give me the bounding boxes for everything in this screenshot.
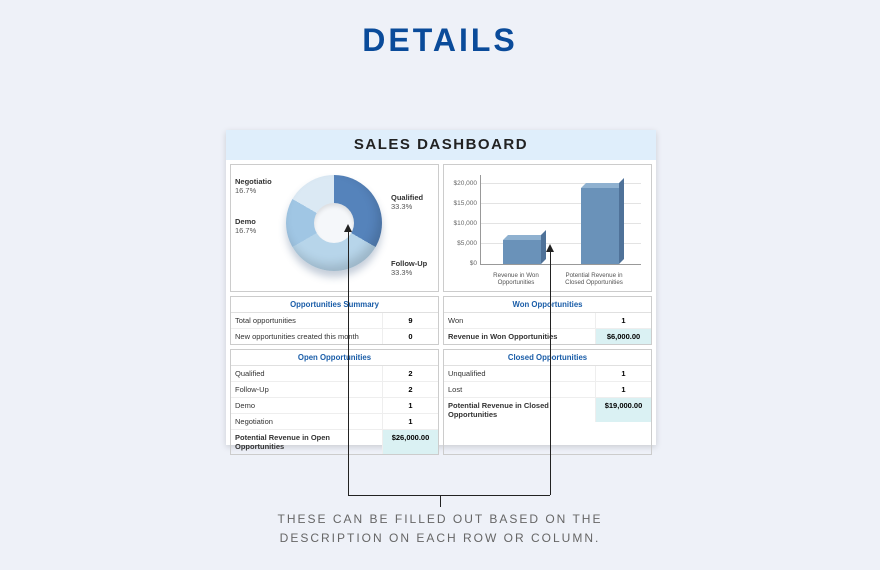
callout-horizontal: [348, 495, 550, 496]
bar-chart-box: $0 $5,000 $10,000 $15,000 $20,000 Revenu…: [443, 164, 652, 292]
donut-label-demo: Demo 16.7%: [235, 217, 256, 235]
cell-value: 1: [595, 382, 651, 397]
table-won: Won Opportunities Won 1 Revenue in Won O…: [443, 296, 652, 345]
table-row: Total opportunities 9: [231, 313, 438, 329]
table-row: Won 1: [444, 313, 651, 329]
donut-label-followup: Follow-Up 33.3%: [391, 259, 427, 277]
callout-vertical-left: [348, 230, 349, 495]
table-title: Won Opportunities: [444, 297, 651, 313]
table-open: Open Opportunities Qualified2 Follow-Up2…: [230, 349, 439, 455]
cell-value: 1: [595, 313, 651, 328]
cell-value: 1: [595, 366, 651, 381]
table-row: Unqualified1: [444, 366, 651, 382]
donut-chart-box: Negotiatio 16.7% Demo 16.7% Qualified 33…: [230, 164, 439, 292]
donut-label-negotiation: Negotiatio 16.7%: [235, 177, 272, 195]
cell-value: 2: [382, 366, 438, 381]
table-closed: Closed Opportunities Unqualified1 Lost1 …: [443, 349, 652, 455]
cell-label: Revenue in Won Opportunities: [444, 329, 595, 344]
caption: THESE CAN BE FILLED OUT BASED ON THE DES…: [0, 510, 880, 548]
ytick-10k: $10,000: [449, 220, 477, 227]
table-row: Revenue in Won Opportunities $6,000.00: [444, 329, 651, 344]
cell-value: 9: [382, 313, 438, 328]
arrowhead-right: [546, 244, 554, 252]
cell-label: Qualified: [231, 366, 382, 381]
cell-label: Follow-Up: [231, 382, 382, 397]
tables-row-1: Opportunities Summary Total opportunitie…: [226, 296, 656, 349]
dashboard-header: SALES DASHBOARD: [226, 130, 656, 160]
table-row: Qualified2: [231, 366, 438, 382]
table-row: Potential Revenue in Closed Opportunitie…: [444, 398, 651, 422]
table-title: Closed Opportunities: [444, 350, 651, 366]
cell-label: New opportunities created this month: [231, 329, 382, 344]
cell-label: Lost: [444, 382, 595, 397]
bar-chart: $0 $5,000 $10,000 $15,000 $20,000: [480, 175, 641, 265]
cell-label: Demo: [231, 398, 382, 413]
table-row: Lost1: [444, 382, 651, 398]
ytick-15k: $15,000: [449, 200, 477, 207]
cell-label: Won: [444, 313, 595, 328]
table-row: Potential Revenue in Open Opportunities$…: [231, 430, 438, 454]
cell-value: 2: [382, 382, 438, 397]
cell-value: 1: [382, 398, 438, 413]
bar-won: [503, 240, 541, 264]
charts-row: Negotiatio 16.7% Demo 16.7% Qualified 33…: [226, 160, 656, 296]
callout-stem: [440, 495, 441, 507]
table-row: Negotiation1: [231, 414, 438, 430]
bar-xlabel-closed: Potential Revenue in Closed Opportunitie…: [564, 273, 624, 287]
bar-closed: [581, 188, 619, 264]
arrowhead-left: [344, 224, 352, 232]
cell-label: Total opportunities: [231, 313, 382, 328]
bar-xlabel-won: Revenue in Won Opportunities: [486, 273, 546, 287]
cell-value: 0: [382, 329, 438, 344]
table-title: Opportunities Summary: [231, 297, 438, 313]
cell-label: Negotiation: [231, 414, 382, 429]
callout-vertical-right: [550, 250, 551, 495]
table-opp-summary: Opportunities Summary Total opportunitie…: [230, 296, 439, 345]
donut-label-qualified: Qualified 33.3%: [391, 193, 423, 211]
cell-value: 1: [382, 414, 438, 429]
cell-label: Potential Revenue in Closed Opportunitie…: [444, 398, 595, 422]
cell-label: Unqualified: [444, 366, 595, 381]
cell-value: $6,000.00: [595, 329, 651, 344]
page-title: DETAILS: [0, 0, 880, 59]
table-row: Demo1: [231, 398, 438, 414]
ytick-20k: $20,000: [449, 180, 477, 187]
cell-value: $19,000.00: [595, 398, 651, 422]
table-title: Open Opportunities: [231, 350, 438, 366]
ytick-5k: $5,000: [449, 240, 477, 247]
dashboard-card: SALES DASHBOARD Negotiatio 16.7% Demo 16…: [226, 130, 656, 445]
caption-line2: DESCRIPTION ON EACH ROW OR COLUMN.: [0, 529, 880, 548]
table-row: New opportunities created this month 0: [231, 329, 438, 344]
tables-row-2: Open Opportunities Qualified2 Follow-Up2…: [226, 349, 656, 459]
donut-chart: [286, 175, 382, 271]
cell-value: $26,000.00: [382, 430, 438, 454]
table-row: Follow-Up2: [231, 382, 438, 398]
ytick-0: $0: [449, 260, 477, 267]
caption-line1: THESE CAN BE FILLED OUT BASED ON THE: [0, 510, 880, 529]
cell-label: Potential Revenue in Open Opportunities: [231, 430, 382, 454]
